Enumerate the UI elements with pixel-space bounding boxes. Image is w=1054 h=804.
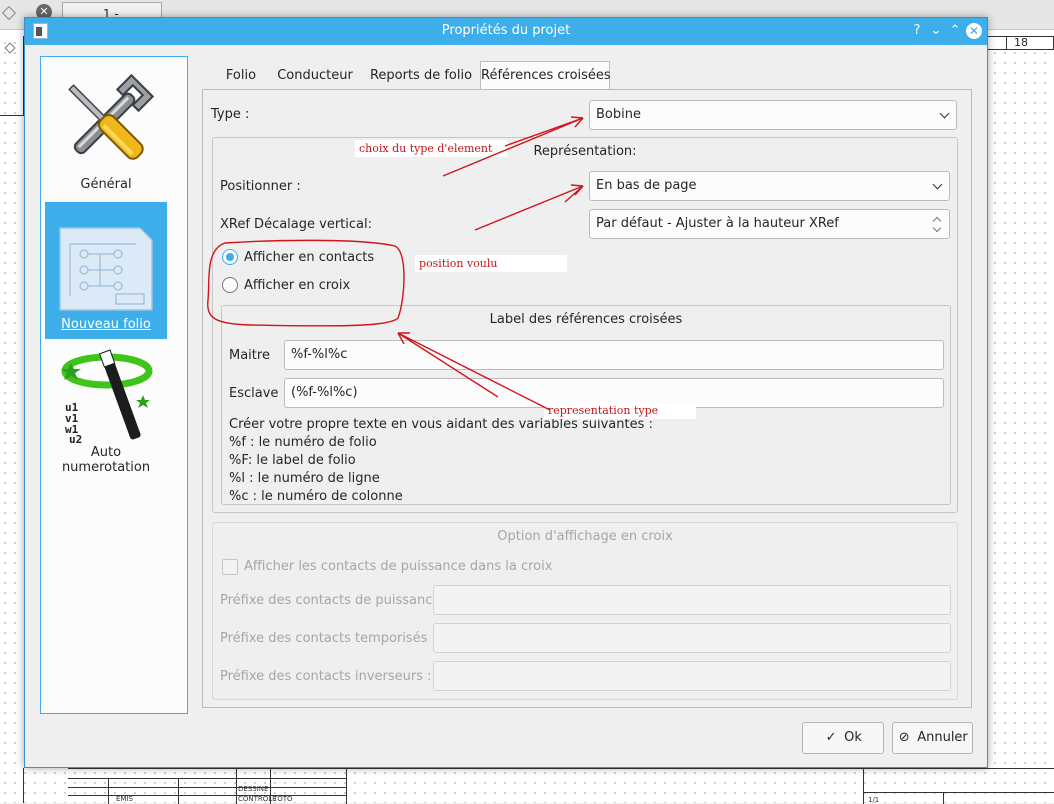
cancel-button-label: Annuler (917, 730, 968, 745)
tools-icon (68, 73, 155, 160)
close-button[interactable]: ✕ (966, 23, 982, 39)
variables-help: Créer votre propre texte en vous aidant … (229, 416, 653, 506)
radio-show-cross[interactable] (222, 277, 238, 293)
spin-arrows-icon[interactable] (932, 214, 943, 234)
master-label: Maitre (229, 348, 270, 363)
tab-cross-references[interactable]: Références croisées (480, 61, 611, 91)
folio-icon (59, 227, 153, 311)
tab-conductor[interactable]: Conducteur (269, 62, 361, 90)
offset-label: XRef Décalage vertical: (220, 217, 372, 232)
chevron-down-icon (939, 108, 950, 119)
sheet-frame-bottom (0, 768, 24, 803)
type-dropdown[interactable]: Bobine (589, 100, 957, 130)
magic-wand-icon: u1 v1 w1 u2 (61, 349, 153, 445)
annotation-position-note: position voulu (415, 255, 567, 272)
help-line: %f : le numéro de folio (229, 435, 377, 450)
position-dropdown-value: En bas de page (596, 178, 697, 193)
help-button[interactable]: ? (908, 22, 926, 40)
sidebar-item-auto-numbering[interactable]: u1 v1 w1 u2 Auto numerotation (45, 343, 167, 475)
help-line: %F: le label de folio (229, 453, 356, 468)
representation-title: Représentation: (533, 144, 637, 159)
prefix-timed-input[interactable] (433, 623, 951, 653)
offset-spinbox-value: Par défaut - Ajuster à la hauteur XRef (596, 216, 839, 231)
sheet-frame-corner (0, 36, 24, 116)
minimize-button[interactable]: ⌄ (927, 22, 945, 40)
cross-options-group: Option d'affichage en croix Afficher les… (212, 522, 958, 700)
ok-button-label: Ok (844, 730, 862, 745)
sidebar-item-label: Général (80, 177, 132, 192)
offset-spinbox[interactable]: Par défaut - Ajuster à la hauteur XRef (589, 209, 950, 239)
sidebar-item-label: Nouveau folio (61, 317, 151, 332)
prefix-power-input[interactable] (433, 585, 951, 615)
check-icon: ✓ (825, 730, 837, 745)
help-line: %c : le numéro de colonne (229, 489, 403, 504)
power-contacts-label: Afficher les contacts de puissance dans … (244, 559, 553, 574)
prefix-inverter-label: Préfixe des contacts inverseurs : (220, 669, 432, 684)
title-block: EMIS DESSINE CONTROLE TOTO 1/1 (68, 768, 1054, 804)
settings-sidebar: Général Nouveau folio u1 v1 w1 u2 Auto n… (40, 56, 188, 714)
sidebar-item-label: Auto numerotation (61, 445, 151, 475)
cross-references-panel: Type : Bobine Représentation: Positionne… (202, 89, 972, 708)
type-dropdown-value: Bobine (596, 107, 641, 122)
master-input[interactable]: %f-%l%c (284, 340, 944, 370)
annotation-type-note: choix du type d'element (355, 140, 507, 157)
radio-show-contacts-label[interactable]: Afficher en contacts (244, 250, 374, 265)
radio-show-cross-label[interactable]: Afficher en croix (244, 278, 350, 293)
help-line: %l : le numéro de ligne (229, 471, 380, 486)
ok-button[interactable]: ✓ Ok (802, 722, 884, 754)
cancel-icon: ⊘ (898, 730, 910, 745)
cancel-button[interactable]: ⊘ Annuler (892, 722, 973, 754)
project-properties-dialog: Propriétés du projet ? ⌄ ⌃ ✕ Général Nou… (24, 17, 988, 768)
slave-label: Esclave (229, 386, 279, 401)
prefix-inverter-input[interactable] (433, 661, 951, 691)
diamond-icon[interactable] (1, 5, 17, 21)
sidebar-item-new-folio[interactable]: Nouveau folio (45, 202, 167, 339)
type-label: Type : (211, 107, 250, 122)
dialog-title: Propriétés du projet (441, 23, 571, 38)
annotation-representation-note: representation type (544, 402, 696, 419)
ruler-number: 18 (1014, 36, 1028, 49)
prefix-timed-label: Préfixe des contacts temporisés : (220, 631, 436, 646)
cartouche-toto: TOTO (273, 795, 293, 803)
cartouche-controle: CONTROLE (238, 795, 277, 803)
position-label: Positionner : (220, 179, 301, 194)
chevron-down-icon (932, 179, 943, 190)
representation-group: Représentation: Positionner : En bas de … (212, 137, 958, 513)
tab-folio[interactable]: Folio (215, 62, 267, 90)
diamond-icon (4, 42, 16, 54)
master-input-value: %f-%l%c (291, 347, 348, 362)
svg-text:u2: u2 (69, 433, 82, 445)
label-group-title: Label des références croisées (489, 312, 683, 327)
power-contacts-checkbox[interactable] (222, 559, 238, 575)
column-ruler: 18 (985, 36, 1054, 50)
sidebar-item-general[interactable]: Général (45, 61, 167, 199)
slave-input-value: (%f-%l%c) (291, 385, 358, 400)
cartouche-emis: EMIS (116, 795, 133, 803)
cartouche-dessine: DESSINE (238, 785, 269, 793)
cross-options-title: Option d'affichage en croix (497, 529, 673, 544)
maximize-button[interactable]: ⌃ (946, 22, 964, 40)
dialog-titlebar[interactable]: Propriétés du projet ? ⌄ ⌃ ✕ (25, 18, 987, 45)
prefix-power-label: Préfixe des contacts de puissance : (220, 593, 449, 608)
radio-show-contacts[interactable] (222, 249, 238, 265)
tab-folio-reports[interactable]: Reports de folio (363, 62, 479, 90)
position-dropdown[interactable]: En bas de page (589, 171, 950, 201)
